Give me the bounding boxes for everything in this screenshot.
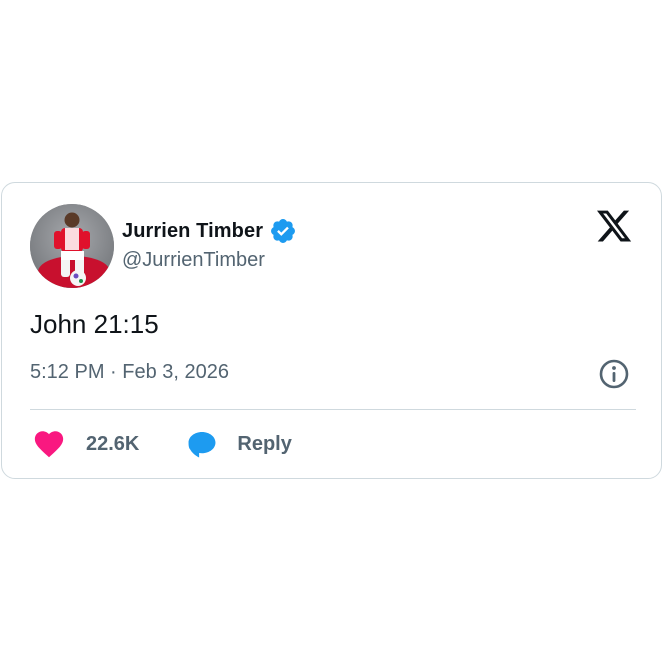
like-count: 22.6K [86,432,140,455]
avatar-image [30,204,114,288]
tweet-timestamp[interactable]: 5:12 PM · Feb 3, 2026 [30,361,229,384]
page: Jurrien Timber @JurrienTimber John 21:15… [0,0,663,663]
author-display-name[interactable]: Jurrien Timber [122,220,263,243]
tweet-actions: 22.6K Reply [32,427,292,461]
author-handle[interactable]: @JurrienTimber [122,249,265,272]
tweet-text: John 21:15 [30,309,159,339]
author-name-row: Jurrien Timber [122,217,297,245]
info-icon[interactable] [598,358,630,390]
x-logo-icon[interactable] [595,207,633,245]
reply-button[interactable]: Reply [185,427,292,461]
reply-label: Reply [237,432,292,455]
heart-icon [32,427,66,461]
divider [30,409,636,410]
speech-bubble-icon [185,427,219,461]
avatar[interactable] [30,204,114,288]
tweet-card[interactable]: Jurrien Timber @JurrienTimber John 21:15… [1,182,662,479]
like-button[interactable]: 22.6K [32,427,139,461]
verified-badge-icon [268,217,297,246]
